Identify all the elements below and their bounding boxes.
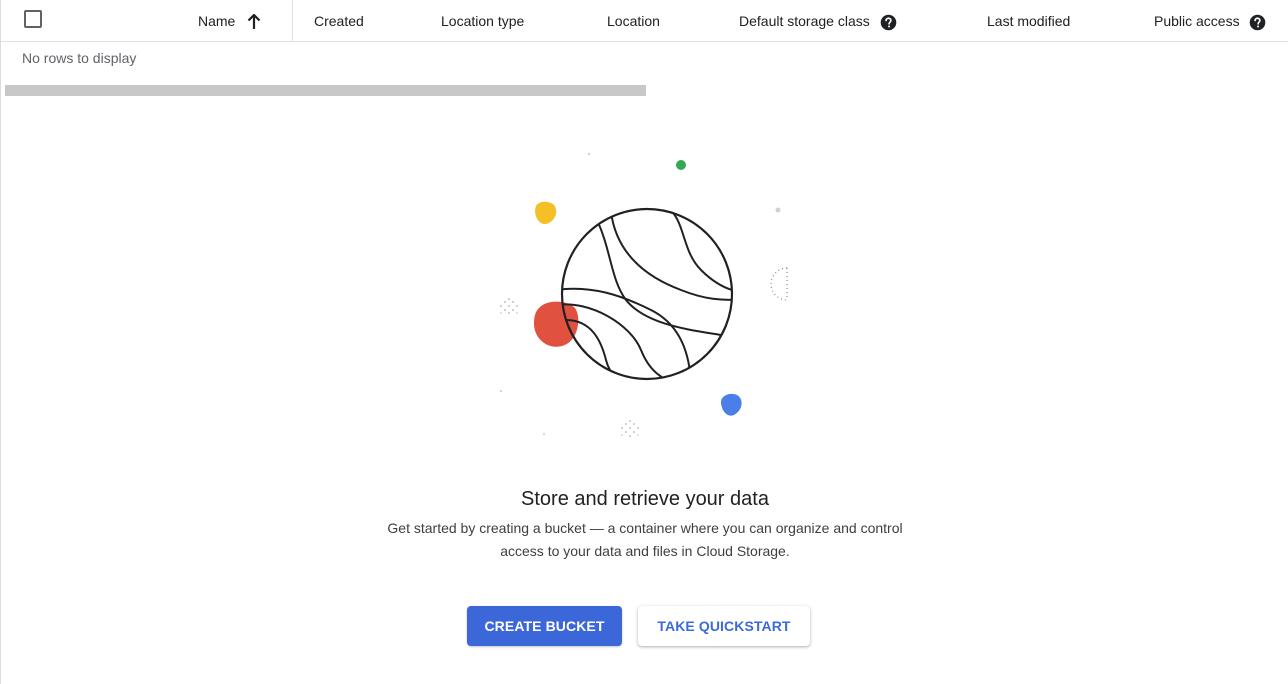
- dotted-cluster-bottom: [621, 420, 639, 437]
- dotted-cluster-left: [500, 298, 518, 314]
- column-label-location: Location: [607, 13, 660, 29]
- column-label-name: Name: [198, 13, 236, 29]
- column-header-location-type[interactable]: Location type: [441, 0, 524, 42]
- yellow-blob: [535, 201, 557, 225]
- column-header-default-storage-class[interactable]: Default storage class: [739, 0, 897, 42]
- empty-state-title: Store and retrieve your data: [521, 488, 769, 510]
- column-header-name[interactable]: Name: [198, 0, 261, 42]
- horizontal-scrollbar[interactable]: [5, 85, 646, 96]
- column-label-default-storage-class: Default storage class: [739, 13, 870, 29]
- take-quickstart-button[interactable]: TAKE QUICKSTART: [638, 606, 810, 646]
- arrow-upward-icon[interactable]: [247, 14, 261, 30]
- storage-browser: Name Created Location type Location Defa…: [0, 0, 1288, 684]
- column-header-last-modified[interactable]: Last modified: [987, 0, 1070, 42]
- column-label-created: Created: [314, 13, 364, 29]
- column-header-location[interactable]: Location: [607, 0, 660, 42]
- red-blob: [534, 301, 579, 347]
- table-header: Name Created Location type Location Defa…: [1, 0, 1288, 42]
- blue-blob: [721, 393, 742, 416]
- column-header-created[interactable]: Created: [314, 0, 364, 42]
- column-header-public-access[interactable]: Public access: [1154, 0, 1266, 42]
- empty-state-description: Get started by creating a bucket — a con…: [387, 520, 903, 559]
- select-all-checkbox[interactable]: [24, 10, 42, 28]
- column-label-last-modified: Last modified: [987, 13, 1071, 29]
- globe-outline: [560, 207, 734, 381]
- column-label-public-access: Public access: [1154, 13, 1240, 29]
- no-rows-message: No rows to display: [22, 50, 137, 66]
- globe-illustration: [500, 153, 788, 437]
- column-label-location-type: Location type: [441, 13, 525, 29]
- dotted-half-circle: [770, 267, 788, 301]
- column-divider[interactable]: [292, 0, 293, 42]
- green-dot: [676, 160, 686, 170]
- create-bucket-button[interactable]: CREATE BUCKET: [467, 606, 622, 646]
- help-circle-icon[interactable]: [880, 14, 897, 31]
- help-circle-icon[interactable]: [1249, 14, 1266, 31]
